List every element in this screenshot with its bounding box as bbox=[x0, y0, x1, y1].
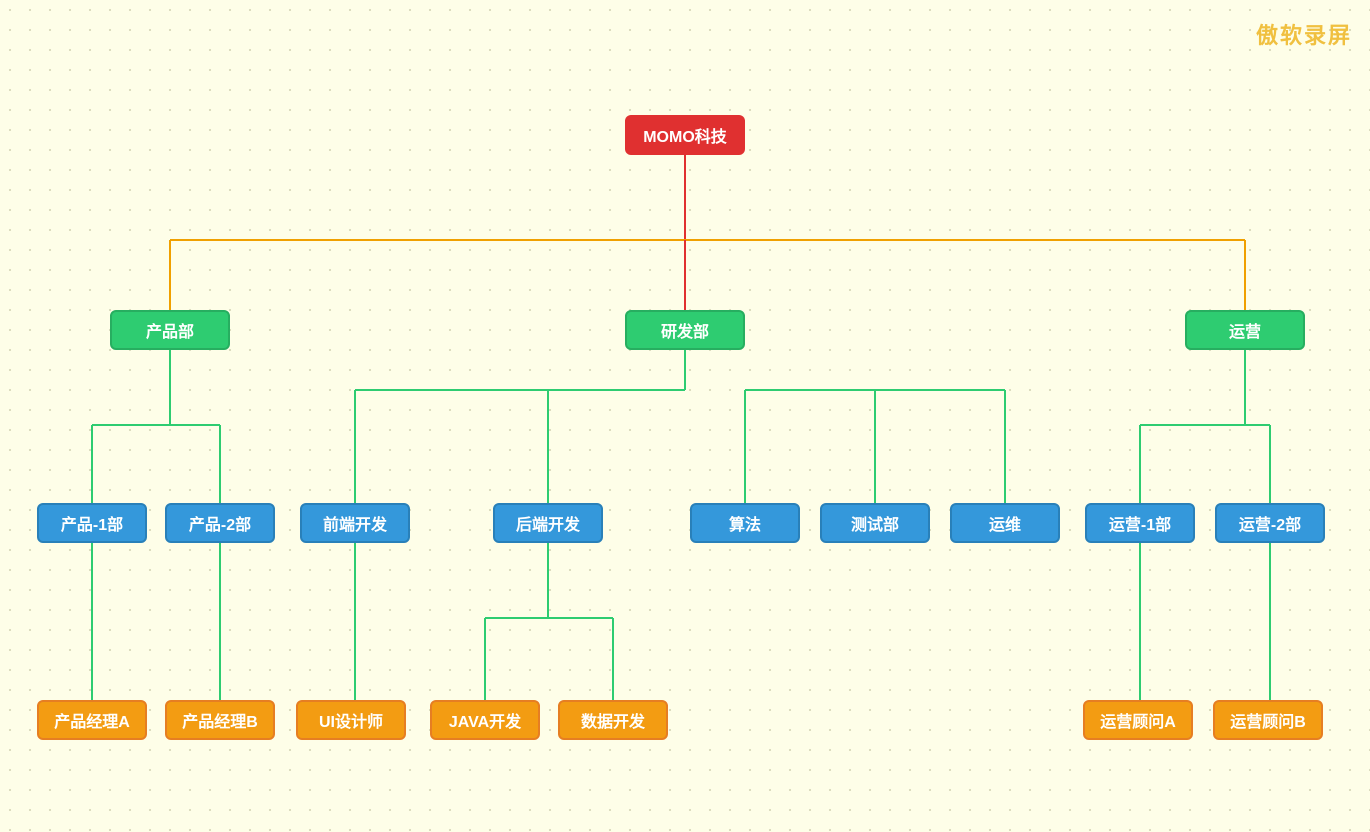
watermark: 傲软录屏 bbox=[1256, 18, 1352, 50]
node-person-pa[interactable]: 产品经理A bbox=[37, 700, 147, 740]
node-dept-product[interactable]: 产品部 bbox=[110, 310, 230, 350]
node-team-o2[interactable]: 运营-2部 bbox=[1215, 503, 1325, 543]
node-team-be[interactable]: 后端开发 bbox=[493, 503, 603, 543]
node-person-ui[interactable]: UI设计师 bbox=[296, 700, 406, 740]
node-person-data[interactable]: 数据开发 bbox=[558, 700, 668, 740]
node-dept-rd[interactable]: 研发部 bbox=[625, 310, 745, 350]
node-team-algo[interactable]: 算法 bbox=[690, 503, 800, 543]
node-root[interactable]: MOMO科技 bbox=[625, 115, 745, 155]
node-team-fe[interactable]: 前端开发 bbox=[300, 503, 410, 543]
node-person-ob[interactable]: 运营顾问B bbox=[1213, 700, 1323, 740]
node-team-qa[interactable]: 测试部 bbox=[820, 503, 930, 543]
node-team-p2[interactable]: 产品-2部 bbox=[165, 503, 275, 543]
node-team-o1[interactable]: 运营-1部 bbox=[1085, 503, 1195, 543]
node-person-oa[interactable]: 运营顾问A bbox=[1083, 700, 1193, 740]
tree-container: MOMO科技 产品部 研发部 运营 产品-1部 产品-2部 前端开发 后端开发 … bbox=[0, 0, 1370, 832]
node-person-java[interactable]: JAVA开发 bbox=[430, 700, 540, 740]
node-team-ops[interactable]: 运维 bbox=[950, 503, 1060, 543]
node-dept-ops[interactable]: 运营 bbox=[1185, 310, 1305, 350]
node-team-p1[interactable]: 产品-1部 bbox=[37, 503, 147, 543]
node-person-pb[interactable]: 产品经理B bbox=[165, 700, 275, 740]
